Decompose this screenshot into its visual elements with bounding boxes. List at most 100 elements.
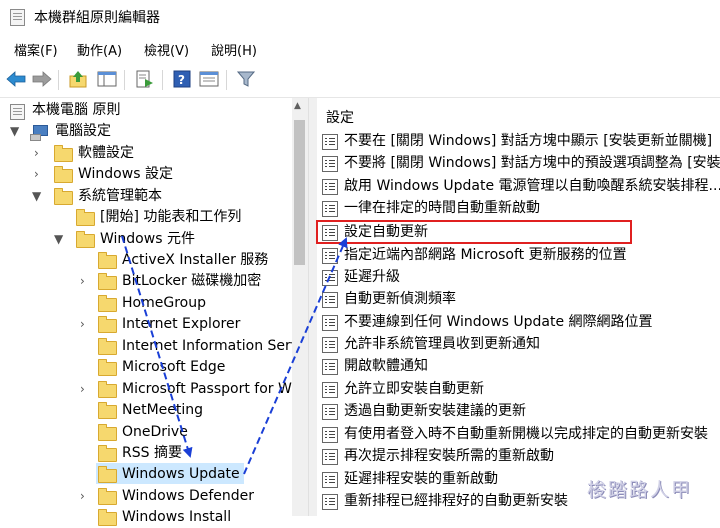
tree-label: Windows Install (122, 509, 232, 525)
setting-label: 允許非系統管理員收到更新通知 (344, 336, 540, 352)
toolbar-separator (58, 70, 59, 90)
chevron-right-icon[interactable]: › (80, 486, 85, 507)
tree-item-component[interactable]: › BitLocker 磁碟機加密 (0, 271, 290, 292)
setting-label: 一律在排定的時間自動重新啟動 (344, 200, 540, 216)
tree-label: OneDrive (122, 424, 188, 440)
chevron-right-icon[interactable]: › (80, 379, 85, 400)
setting-label: 自動更新偵測頻率 (344, 291, 456, 307)
policy-setting-icon (322, 494, 338, 510)
tree-item-admin-templates[interactable]: ▼ 系統管理範本 (0, 186, 290, 207)
folder-icon (98, 445, 117, 462)
window-title: 本機群組原則編輯器 (34, 10, 160, 26)
folder-icon (98, 316, 117, 333)
setting-label: 指定近端內部網路 Microsoft 更新服務的位置 (344, 247, 627, 263)
policy-setting-icon (322, 427, 338, 443)
policy-setting-icon (322, 337, 338, 353)
tree-label: ActiveX Installer 服務 (122, 252, 269, 268)
forward-arrow-icon[interactable] (31, 69, 53, 89)
tree-item-start-menu[interactable]: [開始] 功能表和工作列 (0, 207, 290, 228)
folder-icon (76, 209, 95, 226)
show-hide-tree-icon[interactable] (96, 69, 118, 89)
tree-label: HomeGroup (122, 295, 206, 311)
tree-item-windows-settings[interactable]: › Windows 設定 (0, 164, 290, 185)
export-list-icon[interactable] (134, 69, 156, 89)
tree-label: Windows 元件 (100, 231, 195, 247)
folder-icon (98, 338, 117, 355)
chevron-right-icon[interactable]: › (34, 143, 39, 164)
tree-label: NetMeeting (122, 402, 204, 418)
help-icon[interactable]: ? (171, 69, 193, 89)
title-bar: 本機群組原則編輯器 (0, 0, 720, 32)
policy-setting-icon (322, 248, 338, 264)
folder-open-icon (98, 466, 117, 483)
folder-icon (98, 273, 117, 290)
tree-item-component[interactable]: HomeGroup (0, 293, 290, 314)
column-header-setting[interactable]: 設定 (326, 107, 354, 127)
back-arrow-icon[interactable] (5, 69, 27, 89)
tree-label: RSS 摘要 (122, 445, 182, 461)
policy-setting-icon (322, 156, 338, 172)
folder-icon (98, 488, 117, 505)
policy-setting-icon (322, 404, 338, 420)
tree-item-component[interactable]: NetMeeting (0, 400, 290, 421)
tree-item-component[interactable]: › Microsoft Passport for W (0, 379, 292, 400)
tree-item-component[interactable]: › Windows Defender (0, 486, 290, 507)
chevron-right-icon[interactable]: › (34, 164, 39, 185)
policy-setting-icon (322, 359, 338, 375)
tree-label: 系統管理範本 (78, 188, 162, 204)
up-folder-icon[interactable] (67, 69, 89, 89)
folder-icon (98, 252, 117, 269)
toolbar-separator (226, 70, 227, 90)
tree-scrollbar-thumb[interactable] (294, 120, 305, 265)
tree-label: Windows Defender (122, 488, 255, 504)
tree-label: Microsoft Passport for W (122, 381, 292, 397)
folder-icon (54, 166, 73, 183)
tree-item-software-settings[interactable]: › 軟體設定 (0, 143, 290, 164)
menu-help[interactable]: 說明(H) (211, 40, 257, 59)
tree-label: Internet Explorer (122, 316, 241, 332)
folder-icon (98, 402, 117, 419)
menu-action[interactable]: 動作(A) (77, 40, 122, 59)
watermark-text: 梭踏路人甲 (586, 479, 692, 501)
folder-icon (98, 509, 117, 526)
policy-setting-icon (322, 179, 338, 195)
folder-icon (54, 145, 73, 162)
properties-icon[interactable] (198, 69, 220, 89)
tree-item-windows-update[interactable]: Windows Update (0, 464, 290, 485)
tree-label: Windows Update (122, 466, 240, 482)
tree-item-computer-config[interactable]: ▼ 電腦設定 (0, 121, 290, 142)
folder-icon (98, 381, 117, 398)
chevron-right-icon[interactable]: › (80, 314, 85, 335)
setting-label: 不要連線到任何 Windows Update 網際網路位置 (344, 314, 653, 330)
tree-item-component[interactable]: › Internet Explorer (0, 314, 290, 335)
menu-file[interactable]: 檔案(F) (14, 40, 58, 59)
setting-label: 再次提示排程安裝所需的重新啟動 (344, 448, 554, 464)
setting-label: 重新排程已經排程好的自動更新安裝 (344, 493, 568, 509)
filter-icon[interactable] (235, 69, 257, 89)
tree-item-component[interactable]: RSS 摘要 (0, 443, 290, 464)
tree-item-component[interactable]: Internet Information Servi (0, 336, 303, 357)
tree-label: BitLocker 磁碟機加密 (122, 273, 262, 289)
chevron-right-icon[interactable]: › (80, 271, 85, 292)
policy-setting-icon (322, 292, 338, 308)
setting-label: 開啟軟體通知 (344, 358, 428, 374)
tree-label: [開始] 功能表和工作列 (100, 209, 242, 225)
scroll-up-arrow-icon[interactable]: ▲ (294, 101, 301, 111)
setting-label: 延遲排程安裝的重新啟動 (344, 471, 498, 487)
policy-setting-icon (322, 201, 338, 217)
setting-label: 允許立即安裝自動更新 (344, 381, 484, 397)
chevron-down-icon[interactable]: ▼ (10, 121, 19, 142)
policy-setting-icon (322, 134, 338, 150)
folder-icon (76, 231, 95, 248)
tree-item-component[interactable]: OneDrive (0, 422, 290, 443)
tree-item-root[interactable]: 本機電腦 原則 (0, 100, 290, 121)
tree-item-component[interactable]: Microsoft Edge (0, 357, 290, 378)
chevron-down-icon[interactable]: ▼ (54, 229, 63, 250)
setting-label: 延遲升級 (344, 269, 400, 285)
menu-view[interactable]: 檢視(V) (144, 40, 189, 59)
tree-item-component[interactable]: Windows Install (0, 507, 290, 528)
policy-setting-icon (322, 472, 338, 488)
chevron-down-icon[interactable]: ▼ (32, 186, 41, 207)
tree-item-windows-components[interactable]: ▼ Windows 元件 (0, 229, 290, 250)
tree-item-component[interactable]: ActiveX Installer 服務 (0, 250, 290, 271)
